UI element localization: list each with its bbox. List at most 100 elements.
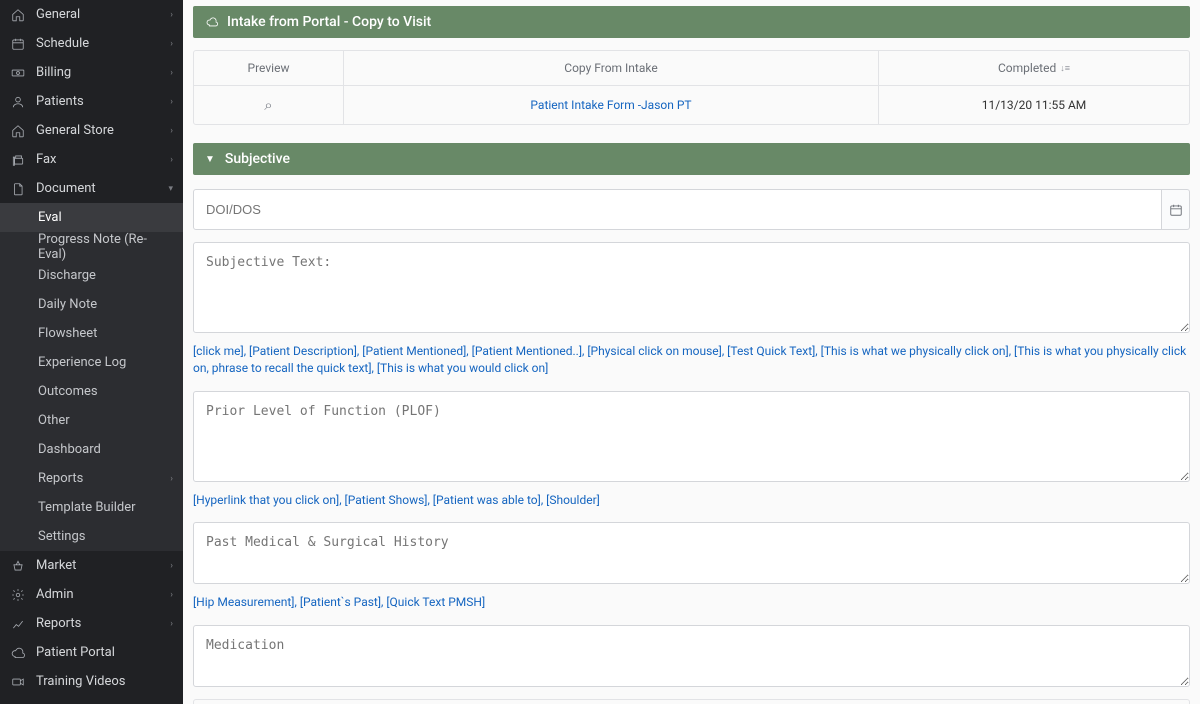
chevron-right-icon: [170, 39, 173, 49]
intake-table-row: Patient Intake Form -Jason PT 11/13/20 1…: [194, 86, 1189, 124]
sidebar-item-training-videos[interactable]: Training Videos: [0, 667, 183, 696]
sidebar-item-eval[interactable]: Eval: [0, 203, 183, 232]
sidebar-item-label: Reports: [38, 471, 170, 486]
home-icon: [10, 123, 26, 139]
fax-icon: [10, 152, 26, 168]
chevron-right-icon: [170, 474, 173, 484]
search-icon: [264, 96, 272, 114]
intake-panel-title: Intake from Portal - Copy to Visit: [227, 14, 431, 30]
sidebar-item-daily-note[interactable]: Daily Note: [0, 290, 183, 319]
sidebar-item-label: Template Builder: [38, 500, 173, 515]
chevron-right-icon: [170, 97, 173, 107]
sidebar-item-label: Admin: [36, 587, 170, 602]
col-header-completed[interactable]: Completed ↓≡: [879, 51, 1189, 85]
sidebar-item-schedule[interactable]: Schedule: [0, 29, 183, 58]
quicklinks-plof[interactable]: [Hyperlink that you click on], [Patient …: [193, 492, 1190, 509]
sidebar-item-general-store[interactable]: General Store: [0, 116, 183, 145]
sidebar-item-settings[interactable]: Settings: [0, 522, 183, 551]
sidebar-item-label: General: [36, 7, 170, 22]
sidebar-item-label: Daily Note: [38, 297, 173, 312]
video-icon: [10, 674, 26, 690]
sidebar-item-label: Patient Portal: [36, 645, 173, 660]
basket-icon: [10, 558, 26, 574]
doi-row: [193, 189, 1190, 230]
sidebar-item-flowsheet[interactable]: Flowsheet: [0, 319, 183, 348]
sidebar-item-label: Market: [36, 558, 170, 573]
sidebar-item-template-builder[interactable]: Template Builder: [0, 493, 183, 522]
sidebar-item-label: Document: [36, 181, 168, 196]
sidebar-item-label: Training Videos: [36, 674, 173, 689]
sidebar-item-admin[interactable]: Admin: [0, 580, 183, 609]
sidebar-item-reports[interactable]: Reports: [0, 609, 183, 638]
sidebar-item-billing[interactable]: Billing: [0, 58, 183, 87]
chevron-right-icon: [170, 590, 173, 600]
sidebar-item-market[interactable]: Market: [0, 551, 183, 580]
user-icon: [10, 94, 26, 110]
sidebar-item-experience-log[interactable]: Experience Log: [0, 348, 183, 377]
sidebar-item-label: Experience Log: [38, 355, 173, 370]
chevron-right-icon: [170, 10, 173, 20]
intake-form-link[interactable]: Patient Intake Form -Jason PT: [530, 98, 691, 112]
sidebar-item-label: Patients: [36, 94, 170, 109]
sidebar-item-reports-sub[interactable]: Reports: [0, 464, 183, 493]
copyfrom-cell: Patient Intake Form -Jason PT: [344, 86, 879, 124]
pmsh-input[interactable]: [193, 522, 1190, 584]
sidebar-item-patients[interactable]: Patients: [0, 87, 183, 116]
gear-icon: [10, 587, 26, 603]
pain-section: Pain: - /10: [193, 699, 1190, 704]
intake-table-header: Preview Copy From Intake Completed ↓≡: [194, 51, 1189, 86]
chart-icon: [10, 616, 26, 632]
sidebar-item-dashboard[interactable]: Dashboard: [0, 435, 183, 464]
sidebar-item-progress-note[interactable]: Progress Note (Re-Eval): [0, 232, 183, 261]
plof-input[interactable]: [193, 391, 1190, 482]
cloud-icon: [10, 645, 26, 661]
sidebar-item-label: General Store: [36, 123, 170, 138]
chevron-right-icon: [170, 561, 173, 571]
doi-dos-input[interactable]: [193, 189, 1162, 230]
quicklinks-subjective[interactable]: [click me], [Patient Description], [Pati…: [193, 343, 1190, 377]
sidebar-item-label: Other: [38, 413, 173, 428]
subjective-form: [click me], [Patient Description], [Pati…: [193, 175, 1190, 704]
chevron-down-icon: [168, 184, 173, 194]
sidebar-item-label: Flowsheet: [38, 326, 173, 341]
chevron-right-icon: [170, 126, 173, 136]
sidebar-item-outcomes[interactable]: Outcomes: [0, 377, 183, 406]
medication-input[interactable]: [193, 625, 1190, 687]
sidebar-item-discharge[interactable]: Discharge: [0, 261, 183, 290]
home-icon: [10, 7, 26, 23]
preview-cell[interactable]: [194, 86, 344, 124]
col-header-preview[interactable]: Preview: [194, 51, 344, 85]
sidebar-item-label: Fax: [36, 152, 170, 167]
quicklinks-pmsh[interactable]: [Hip Measurement], [Patient`s Past], [Qu…: [193, 594, 1190, 611]
subjective-text-input[interactable]: [193, 242, 1190, 333]
sort-desc-icon: ↓≡: [1060, 63, 1070, 74]
sidebar-item-label: Discharge: [38, 268, 173, 283]
sidebar-item-label: Eval: [38, 210, 173, 225]
sidebar-item-label: Progress Note (Re-Eval): [38, 232, 173, 262]
intake-table: Preview Copy From Intake Completed ↓≡ Pa…: [193, 50, 1190, 125]
sidebar-item-label: Outcomes: [38, 384, 173, 399]
chevron-right-icon: [170, 155, 173, 165]
cloud-icon: [205, 16, 219, 28]
col-header-completed-label: Completed: [998, 61, 1056, 75]
sidebar-item-label: Billing: [36, 65, 170, 80]
sidebar-item-other[interactable]: Other: [0, 406, 183, 435]
calendar-button[interactable]: [1162, 189, 1190, 230]
collapse-toggle-icon[interactable]: ▼: [205, 154, 215, 165]
intake-panel-header: Intake from Portal - Copy to Visit: [193, 6, 1190, 38]
sidebar-item-patient-portal[interactable]: Patient Portal: [0, 638, 183, 667]
sidebar-item-label: Settings: [38, 529, 173, 544]
main: Intake from Portal - Copy to Visit Previ…: [183, 0, 1200, 704]
chevron-right-icon: [170, 68, 173, 78]
document-icon: [10, 181, 26, 197]
sidebar-item-document[interactable]: Document: [0, 174, 183, 203]
completed-cell: 11/13/20 11:55 AM: [879, 86, 1189, 124]
sidebar-item-general[interactable]: General: [0, 0, 183, 29]
chevron-right-icon: [170, 619, 173, 629]
calendar-icon: [10, 36, 26, 52]
cash-icon: [10, 65, 26, 81]
subjective-panel-header: ▼ Subjective: [193, 143, 1190, 175]
sidebar-item-label: Reports: [36, 616, 170, 631]
col-header-copyfrom[interactable]: Copy From Intake: [344, 51, 879, 85]
sidebar-item-fax[interactable]: Fax: [0, 145, 183, 174]
